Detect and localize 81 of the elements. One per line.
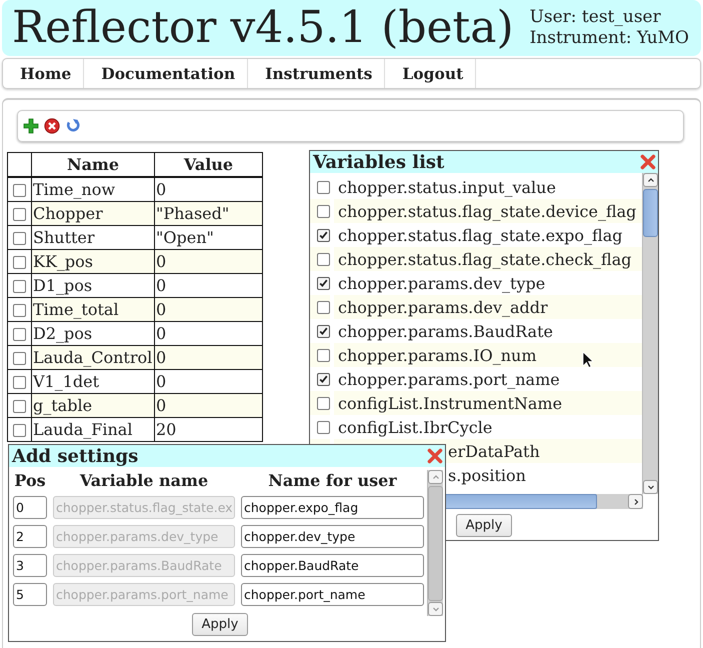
user-label: User: test_user xyxy=(530,7,662,28)
instrument-label: Instrument: YuMO xyxy=(530,28,689,49)
row-checkbox[interactable] xyxy=(13,352,26,366)
column-header: Pos xyxy=(13,470,47,490)
user-name-field[interactable]: chopper.port_name xyxy=(241,583,424,606)
user-name-field[interactable]: chopper.expo_flag xyxy=(241,496,424,519)
dialog-title: Add settings xyxy=(12,446,138,466)
column-header: Value xyxy=(154,152,262,177)
variable-checkbox[interactable] xyxy=(317,276,330,290)
vertical-scrollbar[interactable] xyxy=(427,470,443,616)
variable-label[interactable]: chopper.params.dev_type xyxy=(338,274,546,292)
scroll-thumb[interactable] xyxy=(428,486,443,602)
delete-icon[interactable] xyxy=(44,118,60,134)
variable-checkbox[interactable] xyxy=(317,396,330,410)
row-checkbox[interactable] xyxy=(13,184,26,198)
table-cell: KK_pos xyxy=(32,250,154,274)
table-cell: 20 xyxy=(154,418,262,442)
nav-link[interactable]: Home xyxy=(3,59,84,88)
variable-checkbox[interactable] xyxy=(317,372,330,386)
row-checkbox[interactable] xyxy=(13,232,26,246)
column-header: Name xyxy=(32,152,154,177)
row-checkbox[interactable] xyxy=(13,424,26,438)
position-field[interactable]: 2 xyxy=(13,525,47,548)
table-cell: g_table xyxy=(32,394,154,418)
refresh-icon[interactable] xyxy=(65,118,81,134)
table-cell: 0 xyxy=(154,250,262,274)
row-checkbox[interactable] xyxy=(13,400,26,414)
user-name-field[interactable]: chopper.dev_type xyxy=(241,525,424,548)
variable-checkbox[interactable] xyxy=(317,252,330,266)
position-field[interactable]: 5 xyxy=(13,583,47,606)
panel-title: Variables list xyxy=(313,152,444,172)
table-cell: 0 xyxy=(154,298,262,322)
cursor-icon xyxy=(582,351,594,369)
apply-button[interactable]: Apply xyxy=(192,613,248,636)
variable-label[interactable]: configList.InstrumentName xyxy=(338,394,562,412)
table-cell: Lauda_Control xyxy=(32,346,154,370)
apply-button[interactable]: Apply xyxy=(456,514,512,537)
table-cell: "Phased" xyxy=(154,202,262,226)
variable-checkbox[interactable] xyxy=(317,300,330,314)
user-name-field[interactable]: chopper.BaudRate xyxy=(241,554,424,577)
position-field[interactable]: 0 xyxy=(13,496,47,519)
variable-label[interactable]: configList.IbrCycle xyxy=(338,418,492,436)
scroll-thumb[interactable] xyxy=(643,189,658,237)
nav-link[interactable]: Logout xyxy=(385,59,476,88)
row-checkbox[interactable] xyxy=(13,328,26,342)
row-checkbox[interactable] xyxy=(13,376,26,390)
variable-label[interactable]: erDataPath xyxy=(448,442,540,460)
row-checkbox[interactable] xyxy=(13,208,26,222)
table-cell: Time_total xyxy=(32,298,154,322)
close-icon[interactable] xyxy=(640,154,656,170)
column-header: Variable name xyxy=(78,470,210,490)
table-cell: Lauda_Final xyxy=(32,418,154,442)
variable-label[interactable]: chopper.status.flag_state.check_flag xyxy=(338,250,632,268)
table-cell: 0 xyxy=(154,346,262,370)
column-header: Name for user xyxy=(267,470,398,490)
vertical-scrollbar[interactable] xyxy=(642,173,658,494)
app-title: Reflector v4.5.1 (beta) xyxy=(12,6,514,50)
variable-checkbox[interactable] xyxy=(317,420,330,434)
nav-link[interactable]: Instruments xyxy=(248,59,386,88)
variable-checkbox[interactable] xyxy=(317,324,330,338)
variable-label[interactable]: chopper.status.flag_state.expo_flag xyxy=(338,226,622,244)
variable-checkbox[interactable] xyxy=(317,228,330,242)
variable-checkbox[interactable] xyxy=(317,348,330,362)
nav-link[interactable]: Documentation xyxy=(84,59,248,88)
variable-label[interactable]: chopper.params.BaudRate xyxy=(338,322,553,340)
variable-label[interactable]: chopper.params.dev_addr xyxy=(338,298,548,316)
variable-label[interactable]: s.position xyxy=(448,466,526,484)
variable-label[interactable]: chopper.params.port_name xyxy=(338,370,560,388)
variable-label[interactable]: chopper.params.IO_num xyxy=(338,346,536,364)
variable-checkbox[interactable] xyxy=(317,204,330,218)
variable-label[interactable]: chopper.status.flag_state.device_flag xyxy=(338,202,636,220)
table-cell: 0 xyxy=(154,394,262,418)
variable-checkbox[interactable] xyxy=(317,180,330,194)
row-checkbox[interactable] xyxy=(13,256,26,270)
position-field[interactable]: 3 xyxy=(13,554,47,577)
table-cell: Chopper xyxy=(32,202,154,226)
add-icon[interactable] xyxy=(23,118,39,134)
close-icon[interactable] xyxy=(427,448,443,464)
row-checkbox[interactable] xyxy=(13,280,26,294)
variable-label[interactable]: chopper.status.input_value xyxy=(338,178,556,196)
row-checkbox[interactable] xyxy=(13,304,26,318)
